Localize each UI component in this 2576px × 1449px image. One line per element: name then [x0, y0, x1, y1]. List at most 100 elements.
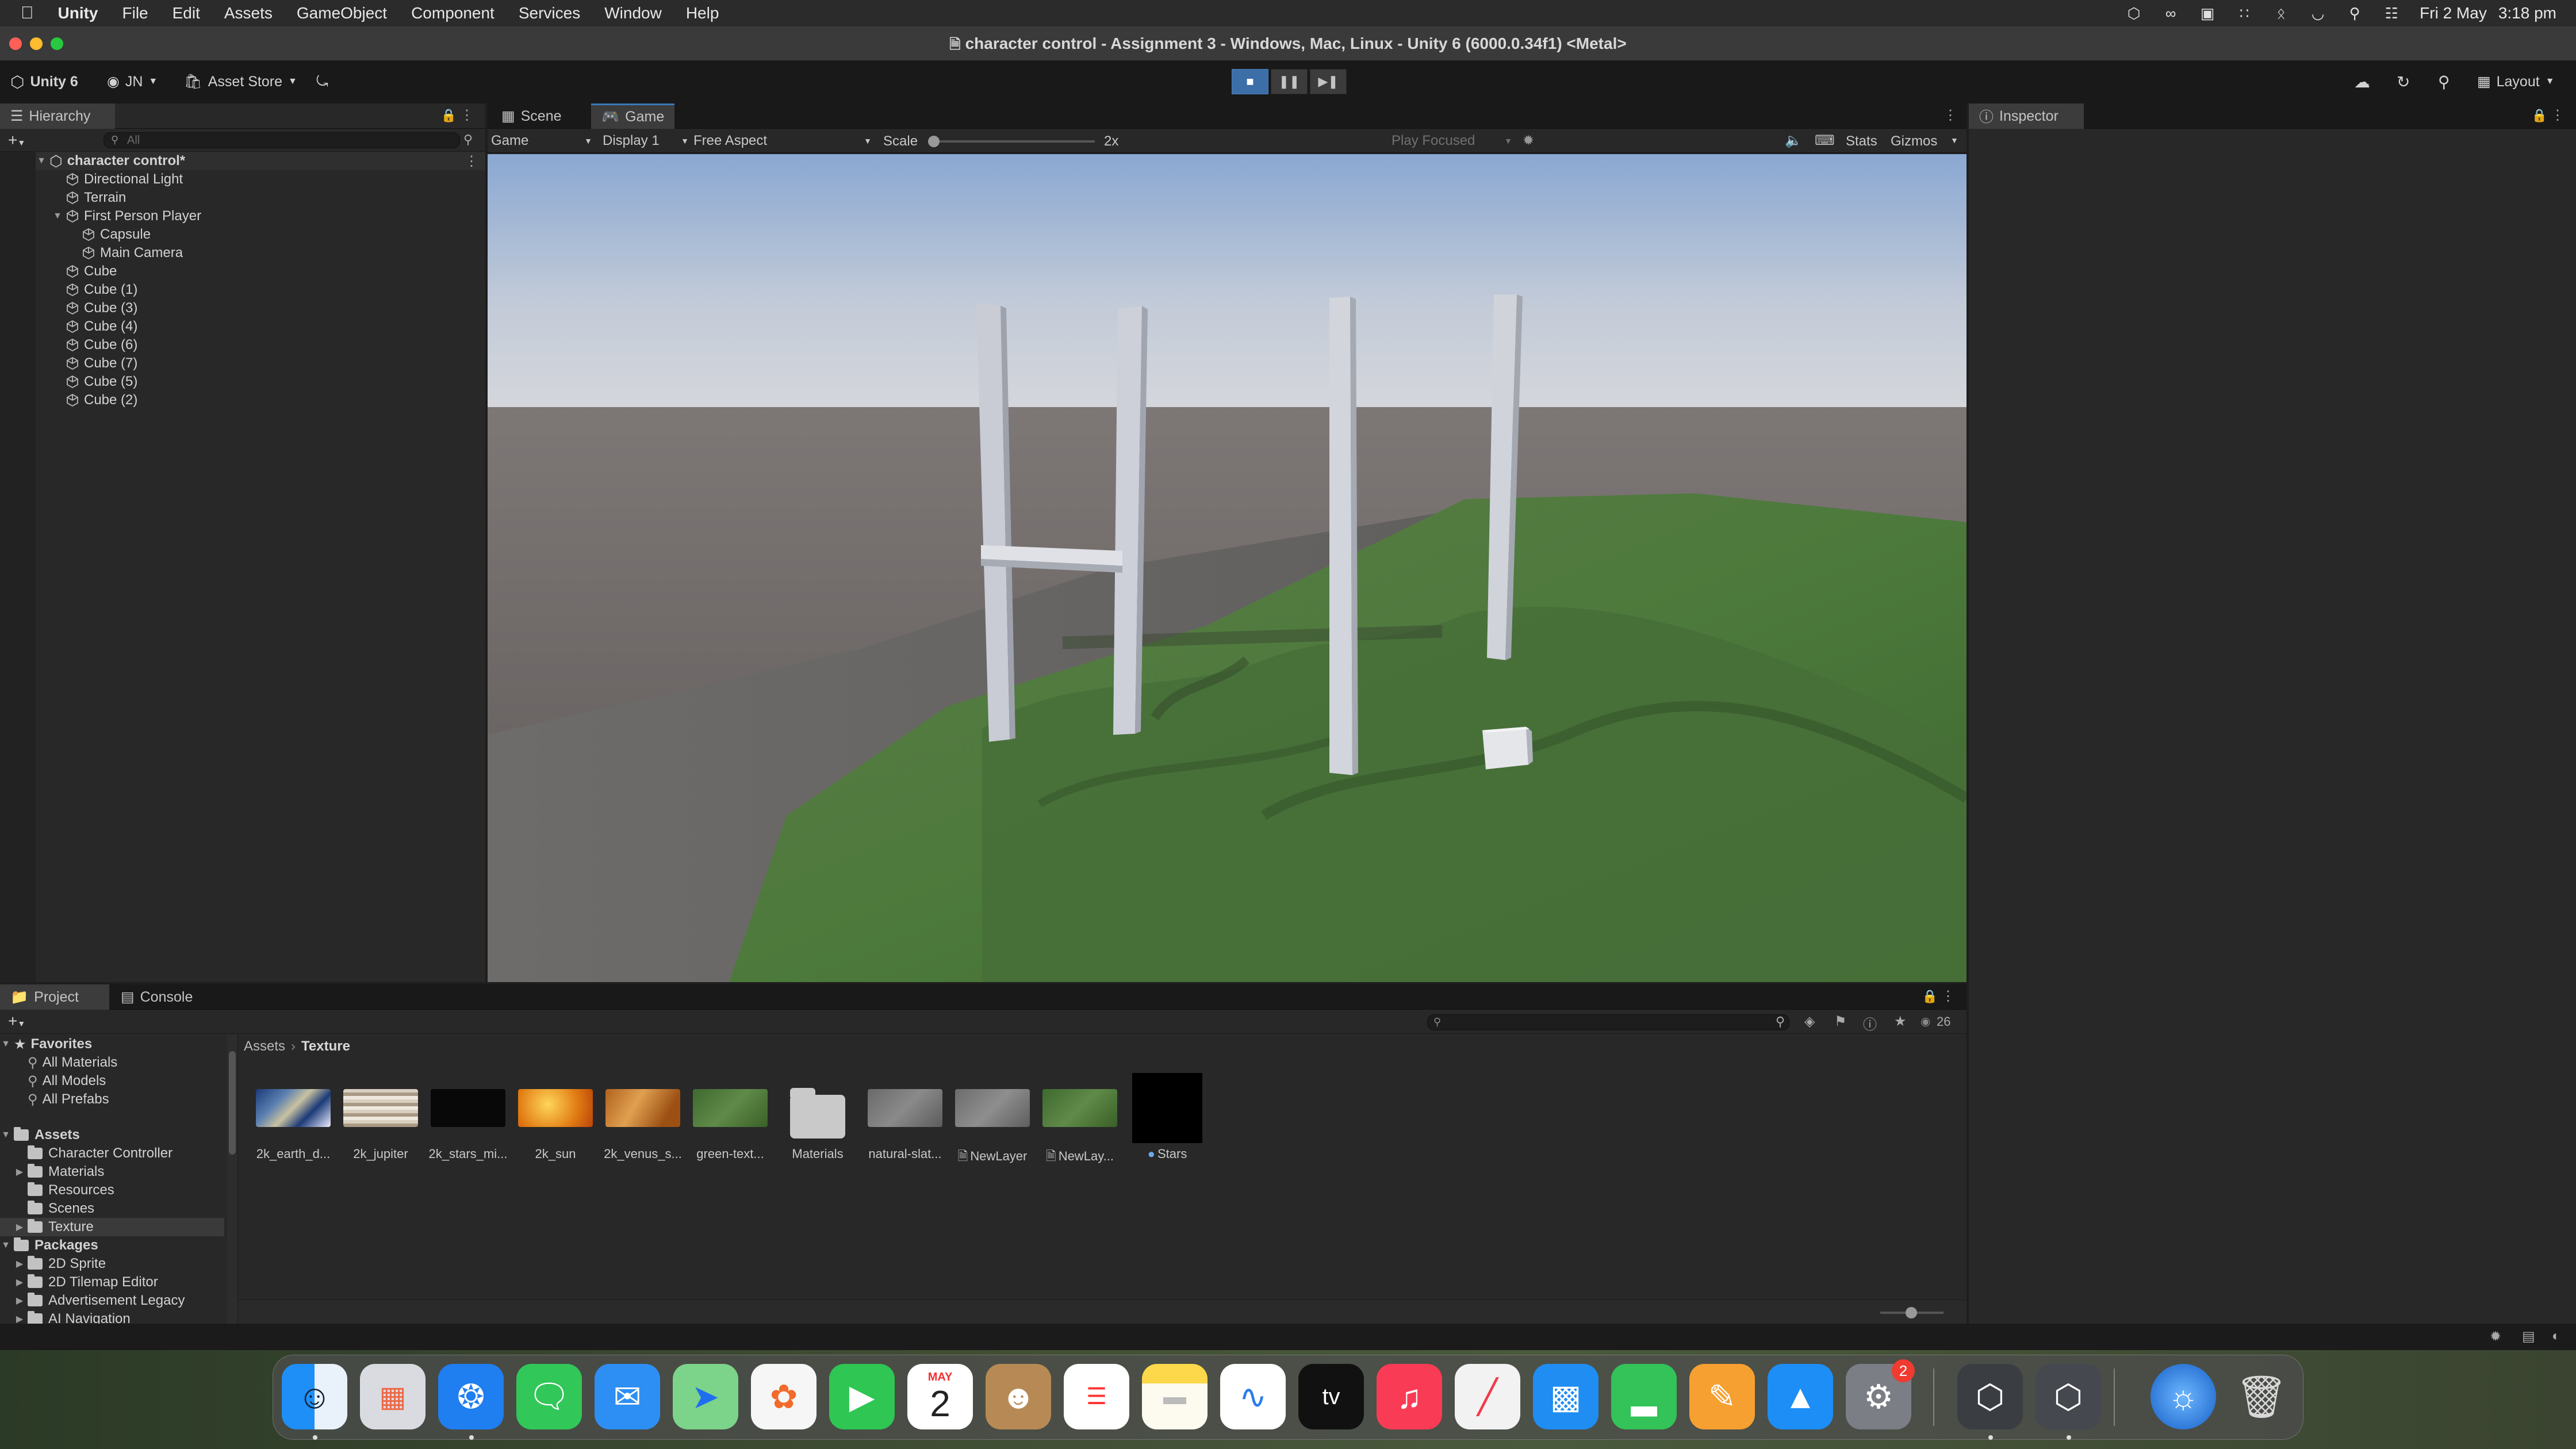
lock-icon[interactable]: 🔒: [441, 108, 457, 123]
tab-hierarchy[interactable]: ☰ Hierarchy: [0, 103, 115, 129]
hierarchy-scene-row[interactable]: ▼ ⬡ character control* ⋮: [36, 152, 485, 170]
kebab-menu-icon[interactable]: ⋮: [1943, 107, 1957, 124]
gizmos-button[interactable]: Gizmos: [1891, 133, 1937, 150]
pause-button[interactable]: ❚❚: [1271, 69, 1308, 94]
project-tree-item[interactable]: ▶ Materials: [0, 1163, 224, 1181]
menubar-time[interactable]: 3:18 pm: [2498, 4, 2556, 22]
asset-thumbnail[interactable]: [256, 1071, 331, 1145]
trash-icon[interactable]: 🗑: [2229, 1364, 2294, 1429]
menu-component[interactable]: Component: [411, 4, 494, 22]
menu-edit[interactable]: Edit: [172, 4, 200, 22]
creative-cloud-icon[interactable]: ∞: [2162, 5, 2179, 22]
maps-icon[interactable]: ➤: [673, 1364, 738, 1429]
asset-folder-thumbnail[interactable]: [780, 1071, 855, 1145]
hierarchy-item[interactable]: Main Camera: [68, 244, 183, 262]
hierarchy-item[interactable]: Cube (2): [52, 391, 137, 409]
tab-console[interactable]: ▤ Console: [110, 984, 203, 1010]
version-control-button[interactable]: ⤿: [316, 70, 328, 93]
hierarchy-item[interactable]: Cube (1): [52, 281, 137, 299]
game-mode-dropdown[interactable]: Game ▼: [491, 132, 592, 150]
project-tree-item[interactable]: ▶Scenes: [0, 1199, 224, 1218]
tab-game[interactable]: 🎮 Game: [591, 103, 675, 129]
finder-icon[interactable]: ☺: [282, 1364, 347, 1429]
project-tree-item[interactable]: ▶⚲All Models: [0, 1072, 224, 1090]
hierarchy-item[interactable]: Cube (3): [52, 299, 137, 317]
app-store-icon[interactable]: ▲: [1768, 1364, 1833, 1429]
grid-dots-icon[interactable]: ∷: [2236, 5, 2253, 22]
facetime-icon[interactable]: ▶: [829, 1364, 895, 1429]
keynote-icon[interactable]: ▩: [1533, 1364, 1598, 1429]
step-button[interactable]: ▶❚: [1310, 69, 1347, 94]
teams-icon[interactable]: ▣: [2199, 5, 2216, 22]
project-tree-item[interactable]: ▶⚲All Prefabs: [0, 1090, 224, 1109]
menu-app-unity[interactable]: Unity: [58, 4, 98, 22]
project-tree-favorites[interactable]: ▼ ★ Favorites: [0, 1035, 92, 1053]
launchpad-icon[interactable]: ▦: [360, 1364, 425, 1429]
keyboard-icon[interactable]: ⌨: [1815, 132, 1835, 149]
messages-icon[interactable]: 🗨: [516, 1364, 582, 1429]
tab-scene[interactable]: ▦ Scene: [491, 103, 572, 129]
tab-inspector[interactable]: ⓘ Inspector: [1969, 103, 2084, 129]
asset-store-dropdown[interactable]: 🛍 Asset Store ▼: [184, 70, 297, 93]
downloads-globe-icon[interactable]: ☼: [2150, 1364, 2216, 1429]
kebab-menu-icon[interactable]: ⋮: [1941, 988, 1955, 1005]
project-tree-item[interactable]: ▶ Texture: [0, 1218, 224, 1236]
asset-thumbnail[interactable]: [343, 1071, 418, 1145]
kebab-menu-icon[interactable]: ⋮: [460, 107, 474, 124]
hierarchy-item[interactable]: Cube (6): [52, 336, 137, 354]
search-icon[interactable]: ⚲: [2438, 70, 2450, 93]
calendar-icon[interactable]: MAY 2: [907, 1364, 973, 1429]
project-tree-packages[interactable]: ▼ Packages: [0, 1236, 98, 1255]
hierarchy-item[interactable]: Directional Light: [52, 170, 183, 189]
unity-status-icon[interactable]: ⬡: [2125, 5, 2142, 22]
menubar-date[interactable]: Fri 2 May: [2420, 4, 2487, 22]
menu-services[interactable]: Services: [519, 4, 580, 22]
account-dropdown[interactable]: ◉ JN ▼: [107, 70, 158, 93]
hierarchy-item[interactable]: Cube (7): [52, 354, 137, 373]
stats-button[interactable]: Stats: [1846, 133, 1877, 150]
asset-thumbnail[interactable]: [518, 1071, 593, 1145]
unity-hub-icon[interactable]: ⬡: [1957, 1364, 2023, 1429]
cloud-icon[interactable]: ☁: [2354, 70, 2370, 93]
pages-icon[interactable]: ✎: [1689, 1364, 1755, 1429]
contacts-icon[interactable]: ☻: [986, 1364, 1051, 1429]
hierarchy-item[interactable]: Cube (5): [52, 373, 137, 391]
bluetooth-icon[interactable]: ᛟ: [2272, 5, 2290, 22]
cache-icon[interactable]: ▤: [2522, 1328, 2535, 1345]
project-tree-assets[interactable]: ▼ Assets: [0, 1126, 80, 1144]
chevron-down-icon[interactable]: ▼: [1950, 136, 1958, 145]
project-tree-item[interactable]: ▶ 2D Tilemap Editor: [0, 1273, 224, 1291]
reminders-icon[interactable]: ☰: [1064, 1364, 1129, 1429]
fold-arrow-icon[interactable]: ▼: [52, 211, 63, 221]
tree-scrollbar[interactable]: [227, 1035, 237, 1324]
filter-label-icon[interactable]: ⚑: [1834, 1013, 1847, 1030]
hierarchy-search-input[interactable]: ⚲ All: [103, 132, 460, 148]
menu-assets[interactable]: Assets: [224, 4, 273, 22]
hierarchy-item[interactable]: Cube: [52, 262, 117, 281]
thumbnail-size-handle[interactable]: [1906, 1307, 1917, 1318]
fold-arrow-icon[interactable]: ▼: [0, 1130, 12, 1140]
unity-editor-icon[interactable]: ⬡: [2035, 1364, 2101, 1429]
news-icon[interactable]: ╱: [1455, 1364, 1520, 1429]
thumbnail-size-slider[interactable]: [1880, 1307, 1943, 1318]
menu-gameobject[interactable]: GameObject: [297, 4, 387, 22]
project-tree-item[interactable]: ▶ 2D Sprite: [0, 1255, 224, 1273]
menu-help[interactable]: Help: [686, 4, 719, 22]
asset-thumbnail[interactable]: [605, 1071, 680, 1145]
favorite-star-icon[interactable]: ★: [1894, 1013, 1907, 1030]
mail-icon[interactable]: ✉: [595, 1364, 660, 1429]
display-dropdown[interactable]: Display 1 ▼: [603, 132, 689, 150]
hierarchy-item[interactable]: Cube (4): [52, 317, 137, 336]
wifi-icon[interactable]: ◡: [2309, 5, 2326, 22]
safari-icon[interactable]: ❂: [438, 1364, 504, 1429]
progress-icon[interactable]: ◐: [2552, 1328, 2560, 1344]
apple-tv-icon[interactable]: tv: [1298, 1364, 1364, 1429]
control-center-icon[interactable]: ☷: [2383, 5, 2400, 22]
hierarchy-item[interactable]: Terrain: [52, 189, 126, 207]
bug-icon[interactable]: ✹: [1523, 132, 1534, 149]
hierarchy-item[interactable]: ▼ First Person Player: [52, 207, 201, 225]
asset-thumbnail[interactable]: [693, 1071, 768, 1145]
music-icon[interactable]: ♫: [1377, 1364, 1442, 1429]
lock-icon[interactable]: 🔒: [2532, 108, 2547, 123]
asset-thumbnail[interactable]: [868, 1071, 942, 1145]
